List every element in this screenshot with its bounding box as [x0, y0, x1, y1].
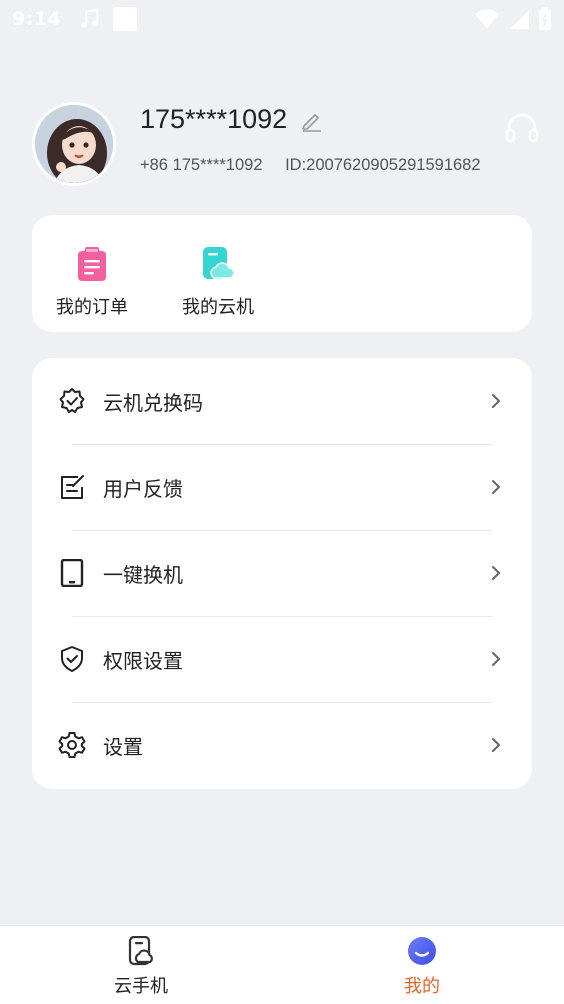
status-time: 9:14: [12, 8, 62, 30]
gear-icon: [58, 732, 86, 758]
order-clipboard-icon: [78, 247, 106, 281]
chevron-right-icon: [492, 566, 500, 580]
quick-actions-card: 我的订单 我的云机: [32, 215, 532, 332]
my-orders-button[interactable]: 我的订单: [42, 247, 142, 319]
tab-mine[interactable]: 我的: [362, 936, 482, 998]
feedback-edit-icon: [61, 475, 84, 499]
shield-check-icon: [61, 646, 83, 672]
music-note-icon: [81, 8, 99, 28]
badge-check-icon: [59, 388, 85, 413]
wifi-icon: [475, 9, 499, 29]
bottom-nav: 云手机 我的: [0, 925, 564, 1004]
menu-item-feedback[interactable]: 用户反馈: [32, 444, 532, 530]
status-bar: 9:14: [0, 0, 564, 38]
menu-item-label: 云机兑换码: [103, 390, 203, 415]
phone-number: +86 175****1092: [140, 156, 263, 174]
profile-subline: +86 175****1092 ID:2007620905291591682: [140, 156, 481, 175]
my-orders-label: 我的订单: [56, 297, 128, 318]
chevron-right-icon: [492, 480, 500, 494]
profile-smile-icon: [408, 937, 436, 965]
phone-device-icon: [60, 559, 84, 587]
menu-item-label: 一键换机: [103, 562, 183, 587]
headset-icon[interactable]: [504, 110, 540, 146]
battery-icon: [539, 7, 551, 30]
tab-cloud-phone-label: 云手机: [114, 976, 168, 997]
chevron-right-icon: [492, 394, 500, 408]
user-id: ID:2007620905291591682: [285, 156, 481, 174]
menu-item-settings[interactable]: 设置: [32, 702, 532, 788]
avatar[interactable]: [32, 102, 116, 186]
signal-icon: [510, 10, 529, 29]
chevron-right-icon: [492, 738, 500, 752]
notification-square-icon: [113, 7, 138, 31]
profile-header: 175****1092 +86 175****1092 ID:200762090…: [32, 102, 542, 192]
menu-item-permissions[interactable]: 权限设置: [32, 616, 532, 702]
menu-card: 云机兑换码 用户反馈 一键换机 权限设置 设置: [32, 358, 532, 789]
cloud-phone-icon: [203, 247, 234, 279]
menu-item-redeem-code[interactable]: 云机兑换码: [32, 358, 532, 444]
username: 175****1092: [140, 104, 288, 134]
menu-item-label: 设置: [103, 734, 143, 759]
chevron-right-icon: [492, 652, 500, 666]
my-cloud-phone-button[interactable]: 我的云机: [168, 247, 268, 319]
edit-icon[interactable]: [300, 108, 324, 132]
menu-item-switch-device[interactable]: 一键换机: [32, 530, 532, 616]
tab-mine-label: 我的: [404, 976, 440, 997]
menu-item-label: 用户反馈: [103, 476, 183, 501]
tab-cloud-phone[interactable]: 云手机: [81, 936, 201, 998]
cloud-phone-tab-icon: [128, 936, 153, 966]
my-cloud-phone-label: 我的云机: [182, 297, 254, 318]
menu-item-label: 权限设置: [103, 648, 183, 673]
